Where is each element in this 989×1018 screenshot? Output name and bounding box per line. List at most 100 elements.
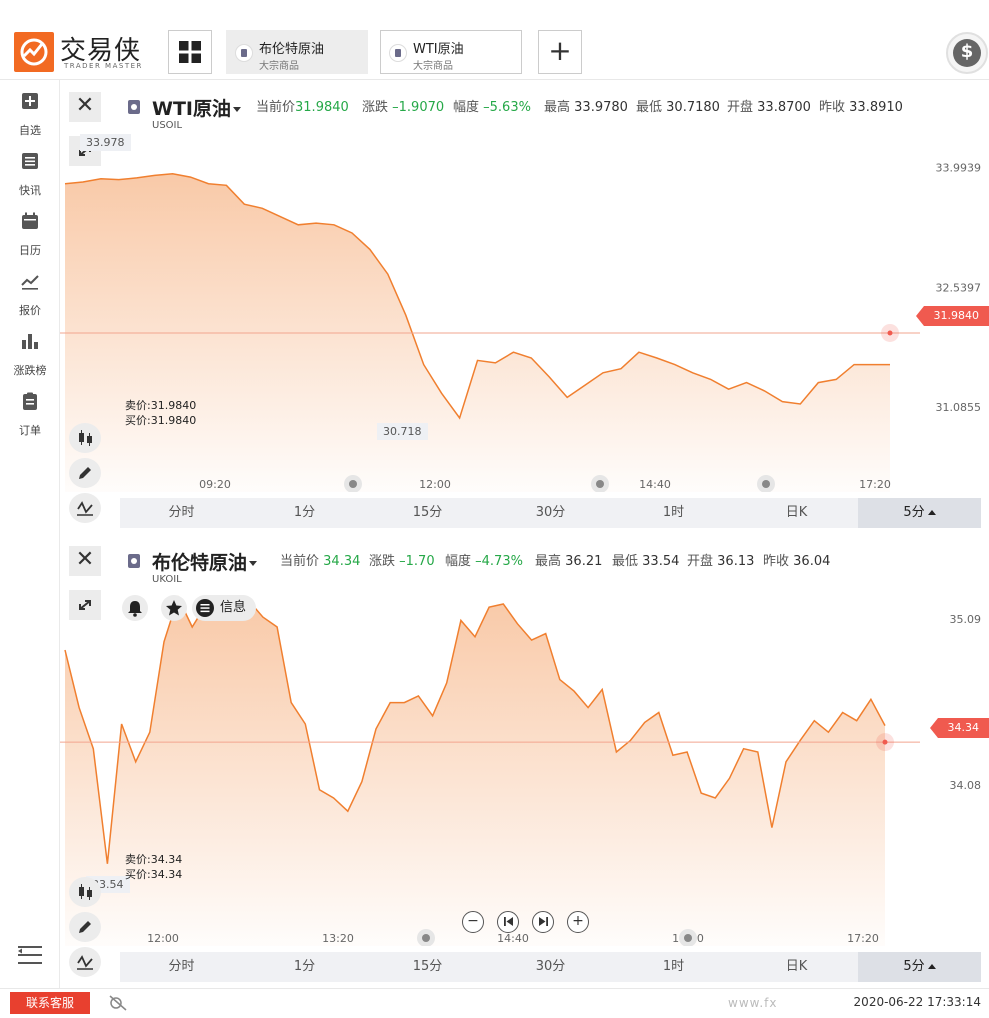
quote-value: 36.04	[793, 554, 831, 569]
star-icon	[166, 600, 182, 616]
tab-brent[interactable]: 布伦特原油 大宗商品	[226, 30, 368, 74]
buy-price: 买价:31.9840	[125, 414, 197, 427]
account-dollar-button[interactable]: $	[946, 32, 988, 74]
period-option[interactable]: 1时	[612, 952, 735, 982]
sell-price: 卖价:31.9840	[125, 399, 197, 412]
period-option[interactable]: 15分	[366, 952, 489, 982]
period-option-selected[interactable]: 5分	[858, 498, 981, 528]
quote-value: –5.63%	[483, 100, 531, 115]
quote-change: 涨跌 –1.9070	[362, 100, 445, 115]
quote-value: 30.7180	[666, 100, 720, 115]
commodity-icon	[128, 554, 140, 568]
sidebar-item-orders[interactable]: 订单	[0, 380, 60, 437]
sidebar-item-calendar[interactable]: 日历	[0, 200, 60, 257]
caret-down-icon	[249, 561, 258, 566]
tab-subtitle: 大宗商品	[259, 61, 299, 72]
jump-start-button[interactable]	[497, 911, 519, 933]
period-option[interactable]: 1分	[243, 952, 366, 982]
period-option[interactable]: 日K	[735, 952, 858, 982]
period-selector: 分时 1分 15分 30分 1时 日K 5分	[120, 498, 981, 528]
draw-tool-button[interactable]	[69, 912, 101, 942]
favorite-button[interactable]	[161, 595, 187, 621]
candlestick-icon	[79, 884, 92, 900]
x-axis-tick-label: 14:40	[497, 932, 529, 945]
period-option[interactable]: 30分	[489, 952, 612, 982]
period-option[interactable]: 日K	[735, 498, 858, 528]
candlestick-toggle-button[interactable]	[69, 877, 101, 907]
period-option[interactable]: 分时	[120, 952, 243, 982]
quote-value: 33.8700	[757, 100, 811, 115]
quote-change: 涨跌 –1.70	[369, 554, 435, 569]
x-axis-tick-label: 14:40	[639, 478, 671, 491]
period-selector: 分时 1分 15分 30分 1时 日K 5分	[120, 952, 981, 982]
quote-value: –4.73%	[475, 554, 523, 569]
sidebar-item-label: 订单	[19, 424, 41, 437]
list-icon	[22, 153, 38, 169]
close-panel-button[interactable]: ✕	[69, 92, 101, 122]
draw-tool-button[interactable]	[69, 458, 101, 488]
period-option-selected[interactable]: 5分	[858, 952, 981, 982]
current-price-tag: 34.34	[929, 718, 989, 738]
scroll-handle-dot	[349, 480, 357, 488]
sidebar-item-news[interactable]: 快讯	[0, 140, 60, 197]
y-axis-tick-label: 32.5397	[936, 281, 982, 294]
quote-value: 36.13	[717, 554, 755, 569]
zoom-out-button[interactable]: −	[462, 911, 484, 933]
tab-title: 布伦特原油	[259, 42, 325, 57]
sidebar-item-watchlist[interactable]: 自选	[0, 80, 60, 137]
quote-value: 34.34	[323, 554, 361, 569]
period-option[interactable]: 15分	[366, 498, 489, 528]
info-button[interactable]: 信息	[192, 595, 256, 621]
brand-subtitle: TRADER MASTER	[64, 62, 143, 70]
symbol-selector[interactable]: WTI原油	[152, 94, 241, 121]
period-option[interactable]: 1时	[612, 498, 735, 528]
price-chart-wti[interactable]: 33.9939 32.5397 31.0855 09:20 12:00 14:40 17:2…	[60, 122, 989, 492]
sidebar-item-movers[interactable]: 涨跌榜	[0, 320, 60, 377]
symbol-name: 布伦特原油	[152, 552, 248, 574]
grid-icon	[179, 41, 201, 63]
period-option[interactable]: 30分	[489, 498, 612, 528]
max-price-marker: 33.978	[80, 134, 131, 151]
tab-title: WTI原油	[413, 42, 464, 57]
tab-wti[interactable]: WTI原油 大宗商品	[380, 30, 522, 74]
caret-up-icon	[927, 510, 936, 515]
customer-service-button[interactable]: 联系客服	[10, 992, 90, 1014]
quote-value: 36.21	[565, 554, 603, 569]
symbol-selector[interactable]: 布伦特原油	[152, 548, 258, 575]
period-option[interactable]: 分时	[120, 498, 243, 528]
sidebar-item-quotes[interactable]: 报价	[0, 260, 60, 317]
sell-price: 卖价:34.34	[125, 853, 183, 866]
zoom-in-button[interactable]: +	[567, 911, 589, 933]
layout-grid-button[interactable]	[168, 30, 212, 74]
price-chart-brent[interactable]: 35.0934.0812:0013:2014:4016:0017:20	[60, 576, 989, 946]
commodity-icon	[128, 100, 140, 114]
caret-up-icon	[927, 964, 936, 969]
candlestick-toggle-button[interactable]	[69, 423, 101, 453]
quote-range: 幅度 –4.73%	[445, 554, 523, 569]
connection-status-icon	[109, 995, 127, 1011]
close-panel-button[interactable]: ✕	[69, 546, 101, 576]
y-axis-tick-label: 31.0855	[936, 401, 982, 414]
commodity-icon	[235, 44, 253, 62]
add-tab-button[interactable]: +	[538, 30, 582, 74]
y-axis-tick-label: 35.09	[950, 613, 982, 626]
period-option[interactable]: 1分	[243, 498, 366, 528]
alert-button[interactable]	[122, 595, 148, 621]
indicator-button[interactable]	[69, 493, 101, 523]
quote-prev-close: 昨收 33.8910	[819, 100, 903, 115]
quote-value: –1.70	[399, 554, 435, 569]
jump-end-button[interactable]	[532, 911, 554, 933]
current-price-dot	[887, 330, 893, 336]
menu-icon[interactable]	[18, 944, 42, 966]
quote-value: 33.8910	[849, 100, 903, 115]
quote-prev-close: 昨收 36.04	[763, 554, 831, 569]
plus-square-icon	[22, 93, 38, 109]
caret-down-icon	[233, 107, 241, 112]
quote-value: 33.9780	[574, 100, 628, 115]
watermark: www.fx	[728, 996, 778, 1010]
brand-logo-icon	[14, 32, 54, 72]
indicator-button[interactable]	[69, 947, 101, 977]
quote-current: 当前价 34.34	[280, 554, 361, 569]
quote-range: 幅度 –5.63%	[453, 100, 531, 115]
sidebar-item-label: 快讯	[19, 184, 41, 197]
